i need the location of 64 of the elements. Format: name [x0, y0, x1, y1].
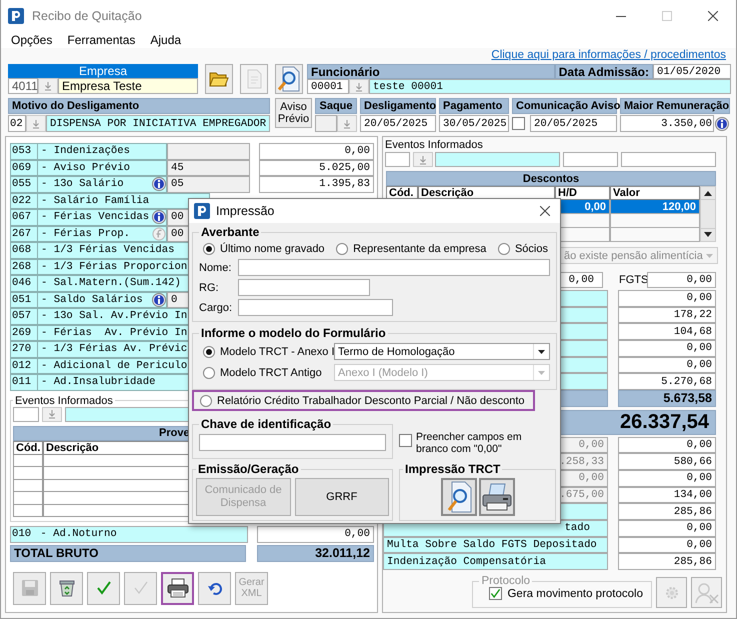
section-header: Funcionário — [307, 64, 555, 79]
column-header: Valor — [610, 186, 700, 200]
section-header: Motivo do Desligamento — [8, 98, 270, 114]
event-code: 067 — [11, 210, 38, 224]
label-cell: Indenização Compensatória — [383, 553, 608, 570]
event-description: - Ad.Noturno — [39, 528, 118, 540]
column-header: Pagamento — [439, 98, 509, 114]
table-header: Descontos — [386, 171, 716, 186]
total-value: 32.011,12 — [257, 544, 374, 562]
group-label: Eventos Informados — [384, 139, 484, 151]
group-label: Protocolo — [480, 575, 532, 588]
group-label: Emissão/Geração — [197, 462, 300, 476]
column-header: Saque — [315, 98, 357, 114]
event-description: - Adicional de Periculo — [40, 360, 188, 372]
field-label: Cargo: — [199, 302, 234, 314]
group-label: Eventos Informados — [14, 394, 114, 406]
column-header: Maior Remuneração — [620, 98, 730, 114]
event-code: 057 — [11, 309, 38, 324]
group-label: Impressão TRCT — [404, 462, 502, 476]
dropdown-value: ão existe pensão alimentícia — [564, 250, 703, 262]
label-cell: Multa Sobre Saldo FGTS Depositado — [383, 536, 608, 554]
event-description: - 1/3 Férias Av. Prévic — [40, 343, 188, 356]
total-label: TOTAL BRUTO — [10, 544, 246, 562]
event-code: 068 — [11, 243, 38, 258]
window-title: Recibo de Quitação — [32, 8, 142, 22]
event-description: - 13o Salário — [40, 178, 125, 190]
event-description: - Indenizações — [40, 145, 132, 158]
subtotal-value: 5.673,58 — [618, 390, 716, 407]
event-description: - Aviso Prévio — [40, 162, 132, 174]
event-code: 051 — [11, 292, 38, 307]
event-code: 069 — [11, 160, 38, 175]
event-code: 269 — [11, 326, 38, 340]
event-code: 012 — [11, 358, 38, 373]
event-code: 053 — [11, 144, 38, 158]
field-label: Nome: — [199, 262, 232, 274]
section-header: Empresa — [8, 64, 198, 78]
event-description: - 13o Sal. Av.Prévio In — [40, 310, 188, 322]
group-label: Averbante — [200, 225, 260, 239]
dialog-title: Impressão — [216, 204, 274, 218]
event-code: 011 — [11, 375, 38, 390]
event-code: 268 — [11, 260, 38, 274]
field-label: RG: — [199, 282, 220, 294]
event-description: - Férias Vencidas — [40, 211, 150, 224]
event-code: 022 — [11, 194, 38, 208]
event-code: 010 — [11, 528, 32, 540]
field-label: FGTS — [618, 273, 647, 288]
event-code: 267 — [11, 226, 38, 241]
column-header: H/D — [555, 186, 610, 200]
column-header: Cód. — [13, 440, 43, 454]
event-code: 046 — [11, 276, 38, 290]
event-code: 055 — [11, 177, 38, 192]
event-description: - Férias Prop. — [40, 228, 132, 240]
event-code: 270 — [11, 342, 38, 356]
event-description: - Ad.Insalubridade — [40, 376, 156, 388]
group-label: Informe o modelo do Formulário — [200, 326, 387, 340]
table-cell: 120,00 — [610, 200, 700, 214]
event-description: - Saldo Salários — [40, 294, 144, 306]
field-label: Data Admissão: — [554, 64, 653, 79]
column-header: Desligamento — [360, 98, 436, 114]
checkbox-label: Gera movimento protocolo — [507, 588, 643, 600]
dropdown-value: Anexo I (Modelo I) — [338, 366, 428, 378]
event-description: - 1/3 Férias Vencidas — [40, 244, 176, 256]
dropdown-value: Termo de Homologação — [338, 346, 455, 358]
event-description: - Salário Família — [40, 194, 150, 207]
